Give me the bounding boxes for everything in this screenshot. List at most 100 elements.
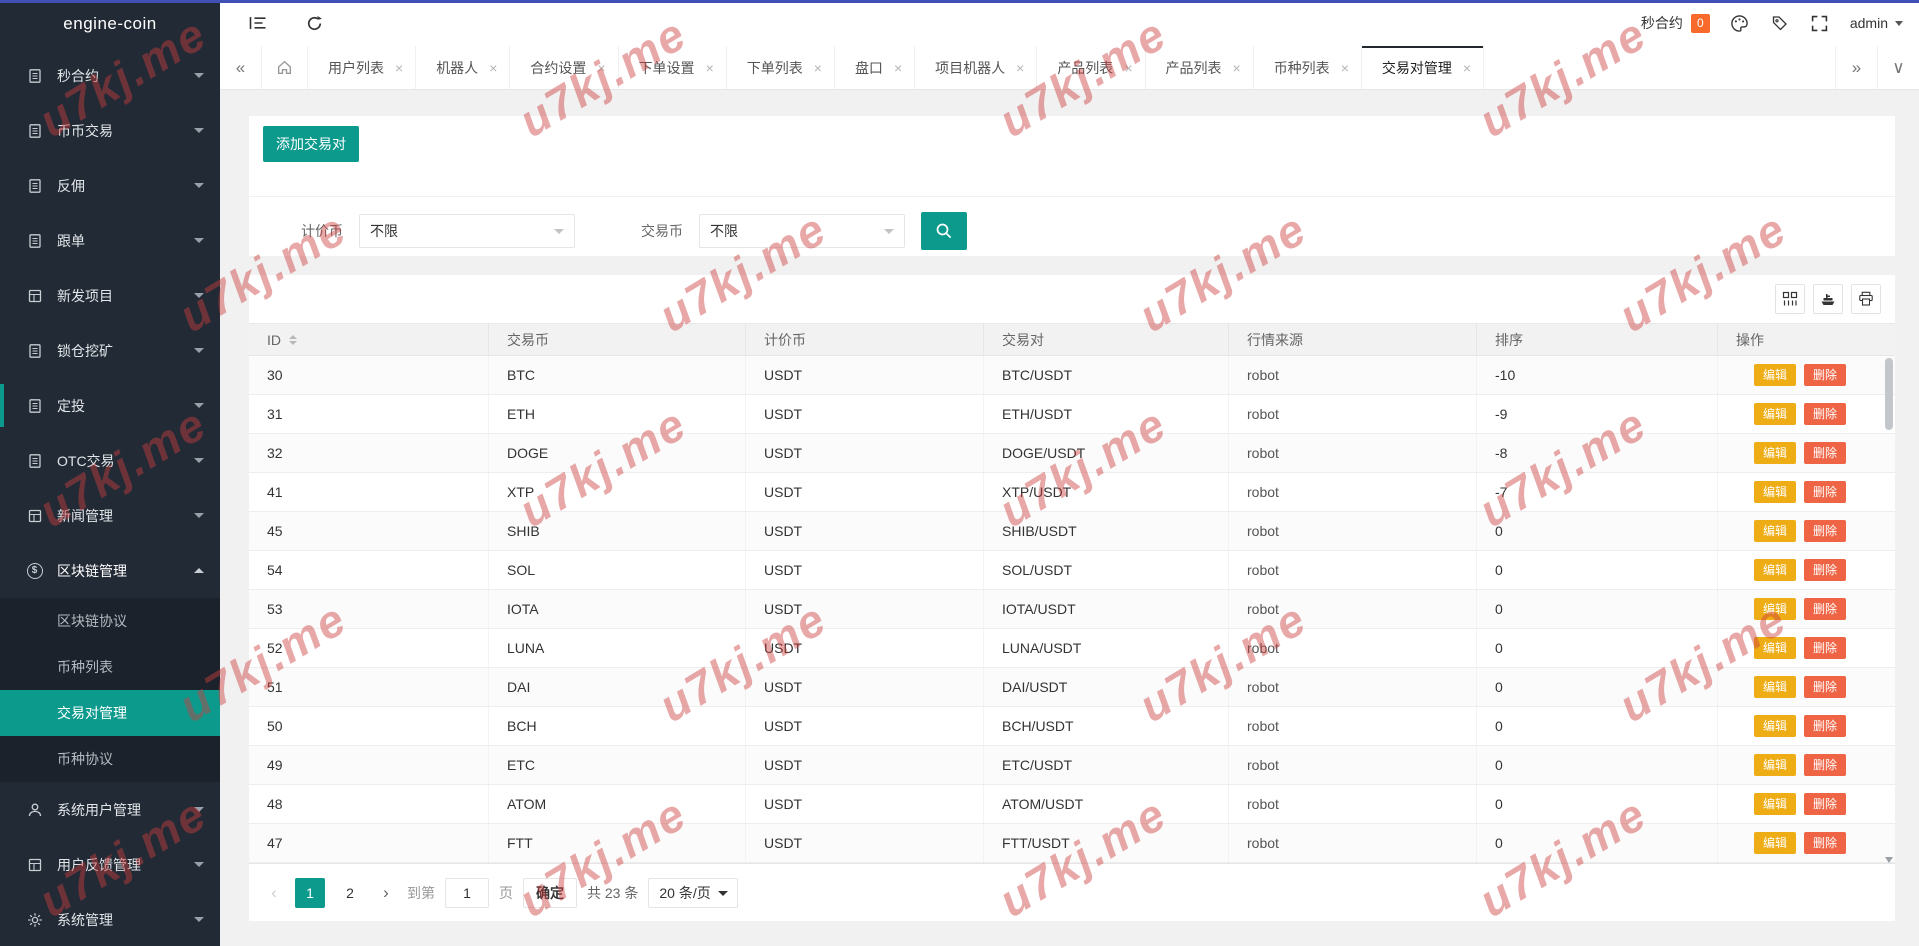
sidebar-item-pair-management[interactable]: 交易对管理 (0, 690, 220, 736)
scrollbar-thumb[interactable] (1885, 358, 1893, 430)
sidebar-item-copy-trade[interactable]: 跟单 (0, 213, 220, 268)
delete-button[interactable]: 删除 (1804, 364, 1846, 386)
base-currency-label: 交易币 (641, 221, 683, 241)
close-icon[interactable]: × (597, 61, 605, 75)
edit-button[interactable]: 编辑 (1754, 442, 1796, 464)
sidebar-item-blockchain-management[interactable]: $ 区块链管理 (0, 543, 220, 598)
close-icon[interactable]: × (1016, 61, 1024, 75)
delete-button[interactable]: 删除 (1804, 754, 1846, 776)
home-tab[interactable] (262, 46, 308, 89)
delete-button[interactable]: 删除 (1804, 442, 1846, 464)
tab-user-list[interactable]: 用户列表× (308, 46, 416, 89)
prev-page-button[interactable]: ‹ (263, 883, 285, 903)
delete-button[interactable]: 删除 (1804, 832, 1846, 854)
edit-button[interactable]: 编辑 (1754, 364, 1796, 386)
quote-currency-select[interactable]: 不限 (359, 214, 575, 248)
page-number-1[interactable]: 1 (295, 878, 325, 908)
close-icon[interactable]: × (1233, 61, 1241, 75)
search-button[interactable] (921, 212, 967, 250)
tab-order-list[interactable]: 下单列表× (727, 46, 835, 89)
close-icon[interactable]: × (395, 61, 403, 75)
close-icon[interactable]: × (1124, 61, 1132, 75)
edit-button[interactable]: 编辑 (1754, 598, 1796, 620)
theme-palette-icon[interactable] (1730, 13, 1750, 33)
tab-depth[interactable]: 盘口× (835, 46, 915, 89)
sidebar-item-news-management[interactable]: 新闻管理 (0, 488, 220, 543)
close-icon[interactable]: × (1463, 61, 1471, 75)
table-row: 45SHIBUSDTSHIB/USDTrobot0 编辑删除 (249, 512, 1895, 551)
close-icon[interactable]: × (814, 61, 822, 75)
sidebar-item-rebate[interactable]: 反佣 (0, 158, 220, 213)
contract-mode-label[interactable]: 秒合约 (1641, 13, 1683, 33)
sidebar-item-coin-trade[interactable]: 币币交易 (0, 103, 220, 158)
tab-pair-management[interactable]: 交易对管理× (1362, 46, 1484, 89)
sidebar-item-lockup-mining[interactable]: 锁仓挖矿 (0, 323, 220, 378)
delete-button[interactable]: 删除 (1804, 598, 1846, 620)
tab-project-robot[interactable]: 项目机器人× (915, 46, 1037, 89)
tag-icon[interactable] (1770, 13, 1790, 33)
columns-filter-button[interactable] (1775, 284, 1805, 314)
edit-button[interactable]: 编辑 (1754, 403, 1796, 425)
username: admin (1850, 15, 1888, 31)
tabs-scroll-left-button[interactable]: « (220, 46, 262, 89)
delete-button[interactable]: 删除 (1804, 676, 1846, 698)
base-currency-select[interactable]: 不限 (699, 214, 905, 248)
sidebar-item-coin-list[interactable]: 币种列表 (0, 644, 220, 690)
confirm-page-button[interactable]: 确定 (523, 878, 577, 908)
export-button[interactable] (1813, 284, 1843, 314)
page-number-2[interactable]: 2 (335, 878, 365, 908)
sidebar-item-system-management[interactable]: 系统管理 (0, 892, 220, 946)
close-icon[interactable]: × (1341, 61, 1349, 75)
tab-contract-settings[interactable]: 合约设置× (510, 46, 618, 89)
delete-button[interactable]: 删除 (1804, 559, 1846, 581)
edit-button[interactable]: 编辑 (1754, 520, 1796, 542)
tab-order-settings[interactable]: 下单设置× (619, 46, 727, 89)
close-icon[interactable]: × (489, 61, 497, 75)
sidebar-item-auto-invest[interactable]: 定投 (0, 378, 220, 433)
edit-button[interactable]: 编辑 (1754, 754, 1796, 776)
edit-button[interactable]: 编辑 (1754, 793, 1796, 815)
edit-button[interactable]: 编辑 (1754, 715, 1796, 737)
sidebar-toggle-icon[interactable] (248, 13, 268, 33)
close-icon[interactable]: × (706, 61, 714, 75)
edit-button[interactable]: 编辑 (1754, 637, 1796, 659)
page-size-select[interactable]: 20 条/页 (648, 878, 737, 908)
close-icon[interactable]: × (894, 61, 902, 75)
edit-button[interactable]: 编辑 (1754, 559, 1796, 581)
sidebar-item-new-projects[interactable]: 新发项目 (0, 268, 220, 323)
refresh-icon[interactable] (304, 13, 324, 33)
edit-button[interactable]: 编辑 (1754, 832, 1796, 854)
fullscreen-icon[interactable] (1810, 13, 1830, 33)
tab-robot[interactable]: 机器人× (416, 46, 510, 89)
search-icon (935, 222, 953, 240)
print-button[interactable] (1851, 284, 1881, 314)
delete-button[interactable]: 删除 (1804, 403, 1846, 425)
delete-button[interactable]: 删除 (1804, 481, 1846, 503)
user-menu[interactable]: admin (1850, 15, 1903, 31)
tabs-scroll-right-button[interactable]: » (1835, 46, 1877, 89)
edit-button[interactable]: 编辑 (1754, 481, 1796, 503)
sidebar-item-blockchain-protocol[interactable]: 区块链协议 (0, 598, 220, 644)
next-page-button[interactable]: › (375, 883, 397, 903)
sidebar-item-otc-trade[interactable]: OTC交易 (0, 433, 220, 488)
tab-product-list-1[interactable]: 产品列表× (1037, 46, 1145, 89)
sidebar-item-coin-protocol[interactable]: 币种协议 (0, 736, 220, 782)
sidebar-item-seconds-contract[interactable]: 秒合约 (0, 48, 220, 103)
delete-button[interactable]: 删除 (1804, 520, 1846, 542)
delete-button[interactable]: 删除 (1804, 637, 1846, 659)
delete-button[interactable]: 删除 (1804, 793, 1846, 815)
sidebar-item-user-feedback[interactable]: 用户反馈管理 (0, 837, 220, 892)
tab-coin-list[interactable]: 币种列表× (1254, 46, 1362, 89)
table-scrollbar[interactable] (1885, 358, 1893, 861)
sidebar-item-label: 用户反馈管理 (57, 855, 141, 875)
sidebar-item-system-users[interactable]: 系统用户管理 (0, 782, 220, 837)
tabs-menu-button[interactable]: ∨ (1877, 46, 1919, 89)
tab-product-list-2[interactable]: 产品列表× (1146, 46, 1254, 89)
add-pair-button[interactable]: 添加交易对 (263, 126, 359, 162)
goto-page-input[interactable] (445, 878, 489, 908)
edit-button[interactable]: 编辑 (1754, 676, 1796, 698)
sidebar-item-label: 秒合约 (57, 66, 99, 86)
sort-icon[interactable] (289, 335, 297, 345)
pagination: ‹ 1 2 › 到第 页 确定 共 23 条 20 条/页 (249, 863, 1895, 921)
delete-button[interactable]: 删除 (1804, 715, 1846, 737)
